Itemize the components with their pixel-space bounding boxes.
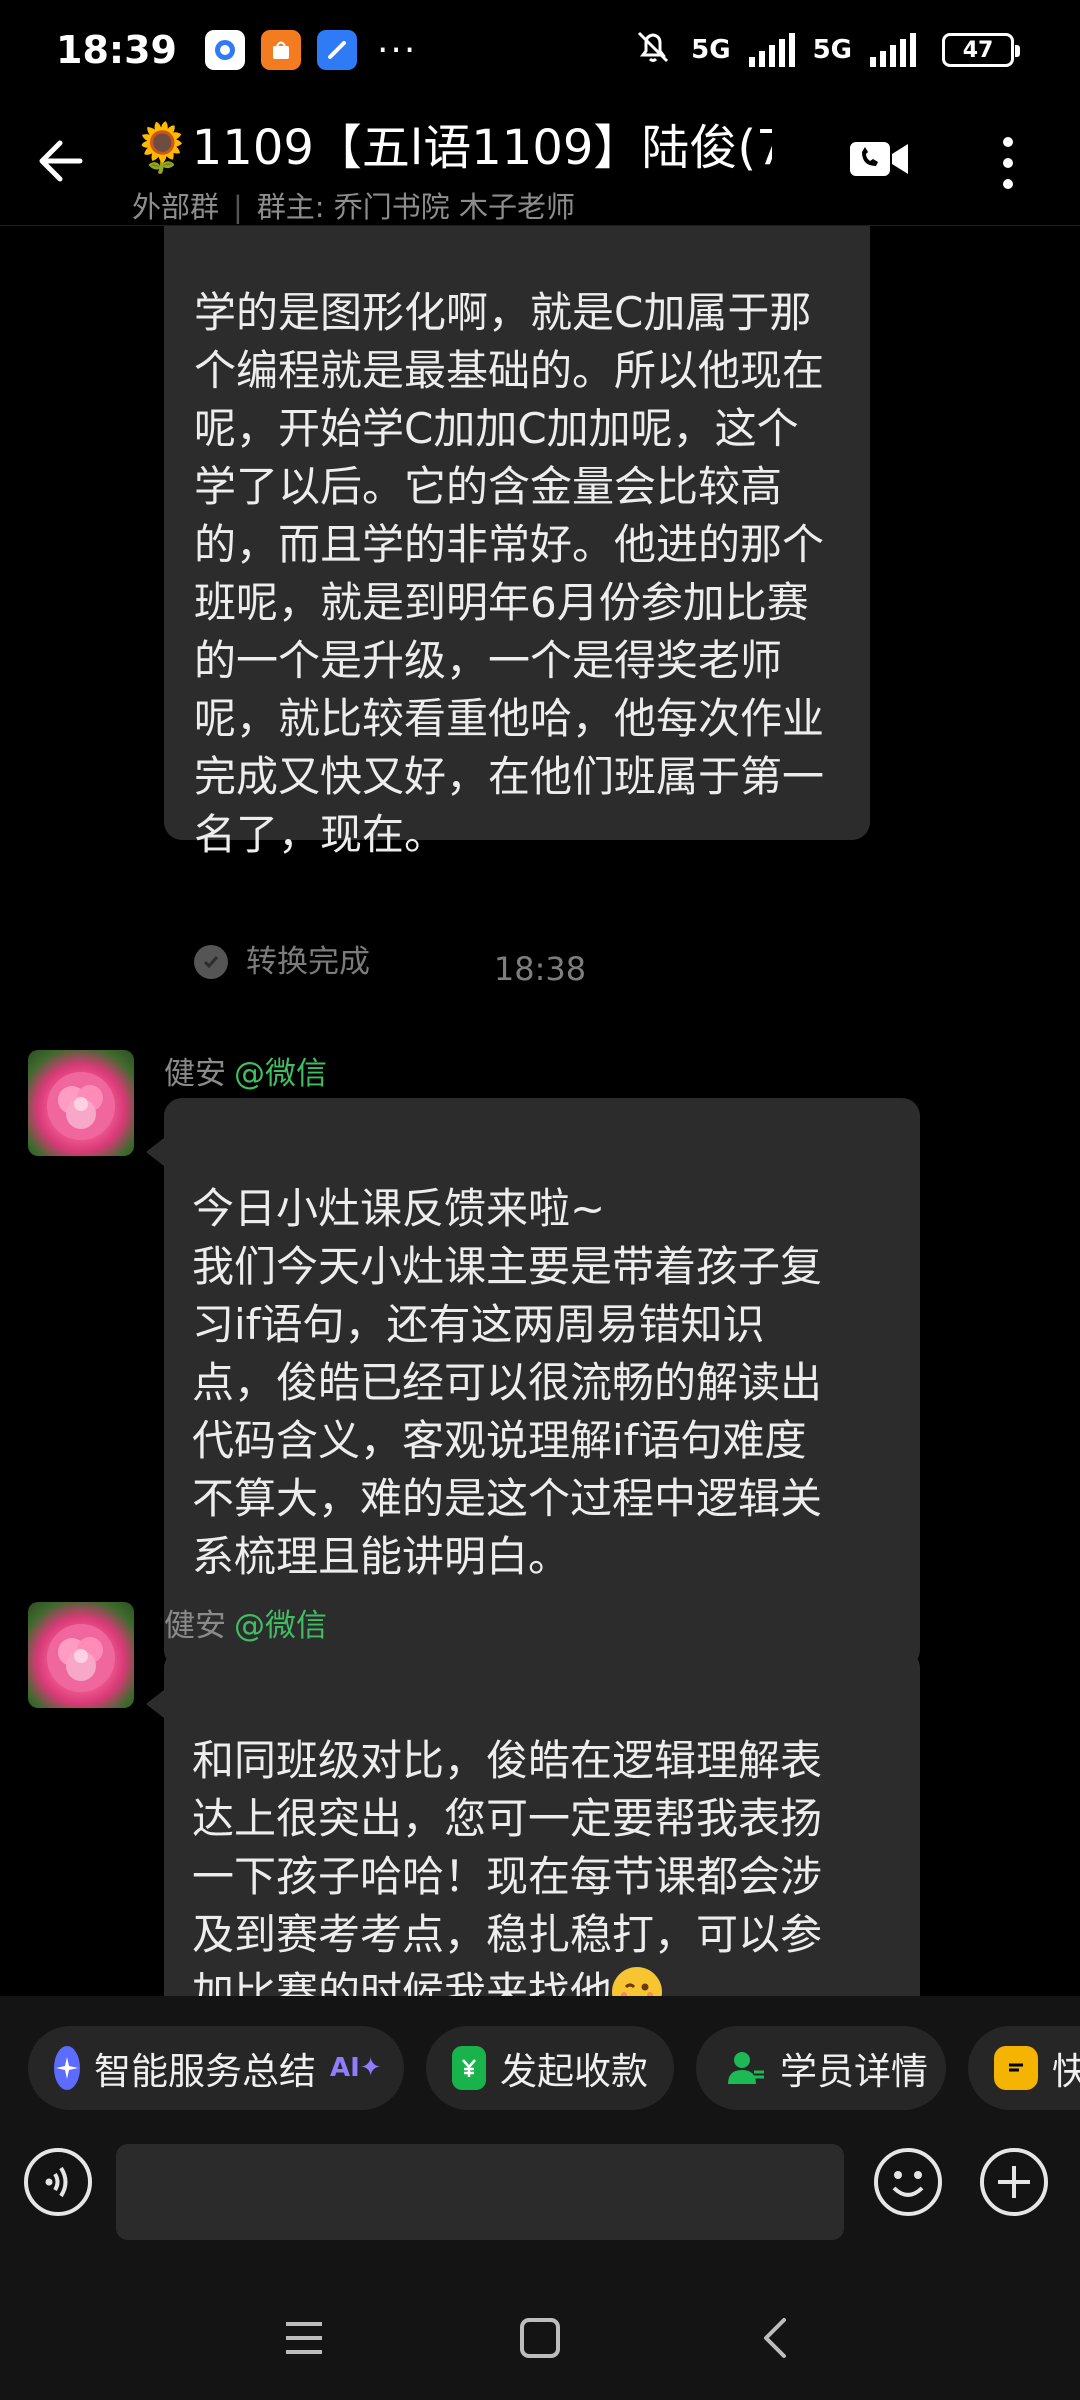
status-indicators: 5G 5G 47: [633, 27, 1024, 74]
home-square-icon: [520, 2318, 560, 2358]
smiley-icon: [874, 2148, 942, 2216]
sender-source: @微信: [234, 1056, 327, 1092]
shopping-app-icon: [260, 30, 301, 70]
message-input[interactable]: [116, 2144, 844, 2240]
home-button[interactable]: [510, 2308, 570, 2368]
student-icon: [722, 2046, 766, 2090]
system-back-button[interactable]: [746, 2308, 806, 2368]
message-bubble[interactable]: 和同班级对比，俊皓在逻辑理解表 达上很突出，您可一定要帮我表扬 一下孩子哈哈！现…: [146, 1650, 920, 1996]
payment-icon: [452, 2046, 486, 2090]
more-options-button[interactable]: [986, 130, 1030, 196]
voice-input-button[interactable]: [22, 2146, 94, 2218]
wink-emoji-icon: [612, 1967, 663, 1996]
voice-icon: [24, 2148, 92, 2216]
battery-indicator: 47: [942, 33, 1020, 67]
message-text: 今日小灶课反馈来啦~ 我们今天小灶课主要是带着孩子复 习if语句，还有这两周易错…: [192, 1184, 823, 1581]
sender-line: 健安 @微信: [164, 1600, 327, 1645]
group-owner-label: 群主: 乔门书院 木子老师: [256, 190, 576, 224]
group-type-label: 外部群: [132, 190, 220, 224]
quick-actions-bar: 智能服务总结 AI✦ 发起收款 学员详情 快: [0, 1996, 1080, 2146]
message-text: 和同班级对比，俊皓在逻辑理解表 达上很突出，您可一定要帮我表扬 一下孩子哈哈！现…: [192, 1736, 823, 1996]
sender-source: @微信: [234, 1608, 327, 1644]
recent-apps-button[interactable]: [274, 2308, 334, 2368]
sender-name: 健安: [164, 1608, 226, 1644]
smart-summary-chip[interactable]: 智能服务总结 AI✦: [28, 2026, 404, 2110]
signal-icon-2: [870, 33, 916, 67]
ai-summary-icon: [54, 2046, 80, 2090]
network-type-2: 5G: [812, 35, 852, 65]
more-functions-button[interactable]: [978, 2146, 1050, 2218]
ai-badge: AI✦: [330, 2053, 382, 2083]
video-camera-icon: [850, 142, 908, 176]
payment-chip[interactable]: 发起收款: [426, 2026, 674, 2110]
chip-label: 智能服务总结: [94, 2050, 316, 2093]
chip-label: 学员详情: [780, 2050, 928, 2093]
message-list[interactable]: 学的是图形化啊，就是C加属于那 个编程就是最基础的。所以他现在 呢，开始学C加加…: [0, 226, 1080, 1996]
chat-subtitle: 外部群 | 群主: 乔门书院 木子老师: [132, 184, 772, 226]
chip-label: 发起收款: [500, 2050, 648, 2093]
sender-name: 健安: [164, 1056, 226, 1092]
video-call-button[interactable]: [848, 134, 910, 184]
network-type-1: 5G: [691, 35, 731, 65]
chat-title-area[interactable]: 🌻1109【五l语1109】陆俊(7) 外部群 | 群主: 乔门书院 木子老师: [132, 108, 772, 226]
message-bubble[interactable]: 今日小灶课反馈来啦~ 我们今天小灶课主要是带着孩子复 习if语句，还有这两周易错…: [146, 1098, 920, 1668]
status-time: 18:39: [56, 28, 177, 72]
peony-flower-icon: [47, 1072, 115, 1140]
chat-title: 🌻1109【五l语1109】陆俊(7): [132, 120, 772, 176]
message-bubble-transcript[interactable]: 学的是图形化啊，就是C加属于那 个编程就是最基础的。所以他现在 呢，开始学C加加…: [164, 226, 870, 980]
chevron-left-icon: [764, 2318, 786, 2358]
peony-flower-icon: [47, 1624, 115, 1692]
input-bar: [0, 2144, 1080, 2270]
student-details-chip[interactable]: 学员详情: [696, 2026, 946, 2110]
message-text: 学的是图形化啊，就是C加属于那 个编程就是最基础的。所以他现在 呢，开始学C加加…: [194, 288, 825, 859]
vertical-dots-icon: [1003, 137, 1013, 189]
time-divider: 18:38: [493, 950, 587, 988]
avatar[interactable]: [28, 1602, 134, 1708]
avatar[interactable]: [28, 1050, 134, 1156]
quick-reply-icon: [994, 2046, 1038, 2090]
notes-app-icon: [316, 30, 357, 70]
sender-line: 健安 @微信: [164, 1048, 327, 1093]
menu-lines-icon: [286, 2322, 322, 2354]
more-notifications-icon: ···: [376, 29, 418, 71]
back-button[interactable]: [30, 128, 96, 194]
status-bar: 18:39 ··· 5G 5G 47: [0, 0, 1080, 100]
signal-icon-1: [748, 33, 795, 67]
chat-header: 🌻1109【五l语1109】陆俊(7) 外部群 | 群主: 乔门书院 木子老师: [0, 100, 1080, 226]
quick-reply-chip[interactable]: 快: [968, 2026, 1080, 2110]
emoji-button[interactable]: [872, 2146, 944, 2218]
chip-label: 快: [1052, 2050, 1080, 2093]
subtitle-divider: |: [233, 190, 243, 224]
plus-icon: [980, 2148, 1048, 2216]
system-nav-bar: [0, 2270, 1080, 2400]
qq-notification-icon: [204, 30, 245, 70]
back-arrow-icon: [39, 140, 83, 182]
mute-bell-icon: [633, 27, 673, 74]
